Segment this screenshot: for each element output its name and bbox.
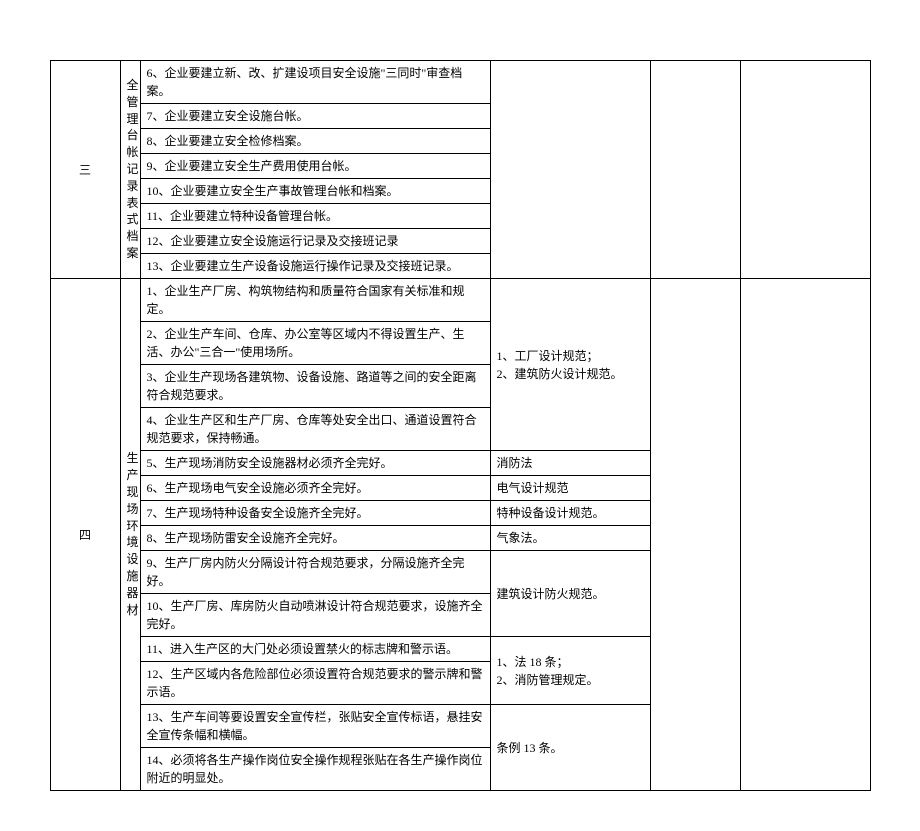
item-text: 3、企业生产现场各建筑物、设备设施、路道等之间的安全距离符合规范要求。 xyxy=(140,365,490,408)
item-text: 7、生产现场特种设备安全设施齐全完好。 xyxy=(140,501,490,526)
item-text: 2、企业生产车间、仓库、办公室等区域内不得设置生产、生活、办公"三合一"使用场所… xyxy=(140,322,490,365)
blank-cell xyxy=(650,279,740,791)
section-category-3: 全管理台帐记录表式档案 xyxy=(120,61,140,279)
item-text: 4、企业生产区和生产厂房、仓库等处安全出口、通道设置符合规范要求，保持畅通。 xyxy=(140,408,490,451)
item-text: 7、企业要建立安全设施台帐。 xyxy=(140,104,490,129)
item-text: 13、企业要建立生产设备设施运行操作记录及交接班记录。 xyxy=(140,254,490,279)
section-index-3: 三 xyxy=(50,61,120,279)
item-text: 8、企业要建立安全检修档案。 xyxy=(140,129,490,154)
item-text: 11、进入生产区的大门处必须设置禁火的标志牌和警示语。 xyxy=(140,637,490,662)
item-text: 9、生产厂房内防火分隔设计符合规范要求，分隔设施齐全完好。 xyxy=(140,551,490,594)
item-ref: 气象法。 xyxy=(490,526,650,551)
item-text: 5、生产现场消防安全设施器材必须齐全完好。 xyxy=(140,451,490,476)
section-index-4: 四 xyxy=(50,279,120,791)
standards-table: 三 全管理台帐记录表式档案 6、企业要建立新、改、扩建设项目安全设施"三同时"审… xyxy=(50,60,871,791)
item-text: 6、生产现场电气安全设施必须齐全完好。 xyxy=(140,476,490,501)
item-ref: 消防法 xyxy=(490,451,650,476)
item-text: 10、生产厂房、库房防火自动喷淋设计符合规范要求，设施齐全完好。 xyxy=(140,594,490,637)
item-text: 6、企业要建立新、改、扩建设项目安全设施"三同时"审查档案。 xyxy=(140,61,490,104)
item-text: 14、必须将各生产操作岗位安全操作规程张贴在各生产操作岗位附近的明显处。 xyxy=(140,748,490,791)
item-text: 13、生产车间等要设置安全宣传栏，张贴安全宣传标语，悬挂安全宣传条幅和横幅。 xyxy=(140,705,490,748)
item-text: 11、企业要建立特种设备管理台帐。 xyxy=(140,204,490,229)
section-3-ref xyxy=(490,61,650,279)
group-ref-11-12: 1、法 18 条； 2、消防管理规定。 xyxy=(490,637,650,705)
blank-cell xyxy=(650,61,740,279)
item-text: 10、企业要建立安全生产事故管理台帐和档案。 xyxy=(140,179,490,204)
item-ref: 电气设计规范 xyxy=(490,476,650,501)
blank-cell xyxy=(740,61,870,279)
blank-cell xyxy=(740,279,870,791)
item-text: 9、企业要建立安全生产费用使用台帐。 xyxy=(140,154,490,179)
group-ref-1-4: 1、工厂设计规范； 2、建筑防火设计规范。 xyxy=(490,279,650,451)
group-ref-13-14: 条例 13 条。 xyxy=(490,705,650,791)
item-text: 12、生产区域内各危险部位必须设置符合规范要求的警示牌和警示语。 xyxy=(140,662,490,705)
item-ref: 特种设备设计规范。 xyxy=(490,501,650,526)
group-ref-9-10: 建筑设计防火规范。 xyxy=(490,551,650,637)
section-category-4: 生产现场环境设施器材 xyxy=(120,279,140,791)
item-text: 1、企业生产厂房、构筑物结构和质量符合国家有关标准和规定。 xyxy=(140,279,490,322)
item-text: 8、生产现场防雷安全设施齐全完好。 xyxy=(140,526,490,551)
item-text: 12、企业要建立安全设施运行记录及交接班记录 xyxy=(140,229,490,254)
